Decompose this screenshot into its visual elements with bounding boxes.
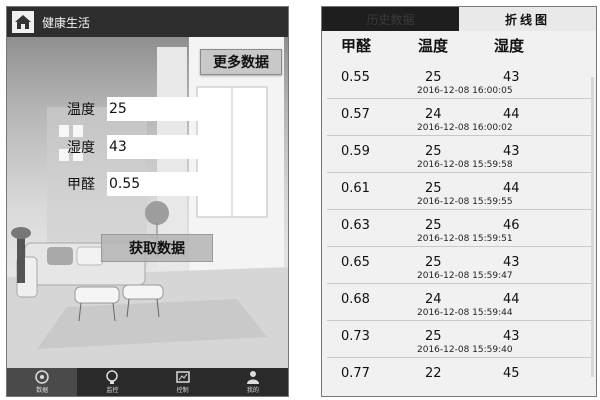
formaldehyde-field[interactable] [107,172,225,196]
formaldehyde-cell: 0.63 [341,218,370,233]
home-screen: 健康生活 更多数据 温度 25 湿度 43 甲醛 0.55 获取数据 数据 监控… [6,6,289,397]
humidity-label: 湿度 [67,140,95,156]
table-row[interactable]: 0.61 25 44 2016-12-08 15:59:55 [327,173,592,210]
bottom-nav: 数据 监控 控制 我的 [7,368,288,396]
formaldehyde-cell: 0.65 [341,255,370,270]
formaldehyde-cell: 0.59 [341,144,370,159]
nav-label-control: 控制 [176,387,189,394]
temperature-cell: 25 [425,181,442,196]
humidity-cell: 44 [503,292,520,307]
room-illustration [7,37,288,375]
history-list: 0.55 25 43 2016-12-08 16:00:05 0.57 24 4… [322,62,596,395]
temperature-label: 温度 [67,102,95,118]
table-row[interactable]: 0.55 25 43 2016-12-08 16:00:05 [327,62,592,99]
humidity-cell: 44 [503,107,520,122]
humidity-cell: 43 [503,329,520,344]
timestamp: 2016-12-08 15:59:40 [417,345,513,355]
temperature-cell: 25 [425,255,442,270]
header-humidity: 湿度 [494,37,525,55]
humidity-row: 湿度 [67,134,225,160]
fetch-data-button[interactable]: 获取数据 [101,234,213,262]
scrollbar[interactable] [591,77,594,377]
formaldehyde-cell: 0.57 [341,107,370,122]
more-data-button[interactable]: 更多数据 [200,49,282,75]
humidity-cell: 44 [503,181,520,196]
nav-item-user[interactable]: 我的 [218,368,288,396]
formaldehyde-cell: 0.73 [341,329,370,344]
table-row[interactable]: 0.63 25 46 2016-12-08 15:59:51 [327,210,592,247]
humidity-cell: 43 [503,144,520,159]
history-screen: 历史数据 折线图 甲醛 温度 湿度 0.55 25 43 2016-12-08 … [321,6,597,397]
formaldehyde-row: 甲醛 [67,171,225,197]
humidity-cell: 43 [503,255,520,270]
timestamp: 2016-12-08 15:59:51 [417,234,513,244]
temperature-cell: 25 [425,329,442,344]
formaldehyde-cell: 0.55 [341,70,370,85]
nav-item-control[interactable]: 控制 [148,368,218,396]
humidity-cell: 45 [503,366,520,381]
table-row[interactable]: 0.59 25 43 2016-12-08 15:59:58 [327,136,592,173]
monitor-icon [106,370,119,384]
timestamp: 2016-12-08 16:00:05 [417,86,513,96]
data-icon [35,370,49,384]
timestamp: 2016-12-08 15:59:44 [417,308,513,318]
temperature-field[interactable] [107,97,225,121]
table-row[interactable]: 0.65 25 43 2016-12-08 15:59:47 [327,247,592,284]
timestamp: 2016-12-08 15:59:55 [417,197,513,207]
timestamp: 2016-12-08 15:59:58 [417,160,513,170]
nav-item-monitor[interactable]: 监控 [77,368,147,396]
formaldehyde-cell: 0.61 [341,181,370,196]
table-header: 甲醛 温度 湿度 [322,35,596,57]
table-row[interactable]: 0.73 25 43 2016-12-08 15:59:40 [327,321,592,358]
user-icon [246,371,259,384]
temperature-cell: 25 [425,218,442,233]
nav-label-monitor: 监控 [106,387,119,394]
humidity-cell: 46 [503,218,520,233]
formaldehyde-cell: 0.77 [341,366,370,381]
nav-label-data: 数据 [36,387,49,394]
formaldehyde-label: 甲醛 [67,177,95,193]
header-temperature: 温度 [418,37,449,55]
tab-history[interactable]: 历史数据 [322,7,459,31]
table-row[interactable]: 0.77 22 45 [327,358,592,395]
timestamp: 2016-12-08 15:59:47 [417,271,513,281]
tab-line-chart[interactable]: 折线图 [459,7,596,31]
formaldehyde-cell: 0.68 [341,292,370,307]
temperature-row: 温度 [67,96,225,122]
tab-bar: 历史数据 折线图 [322,7,596,31]
nav-label-user: 我的 [246,387,259,394]
temperature-cell: 25 [425,144,442,159]
humidity-cell: 43 [503,70,520,85]
app-title: 健康生活 [42,15,91,30]
temperature-cell: 24 [425,292,442,307]
temperature-cell: 22 [425,366,442,381]
table-row[interactable]: 0.68 24 44 2016-12-08 15:59:44 [327,284,592,321]
timestamp: 2016-12-08 16:00:02 [417,123,513,133]
table-row[interactable]: 0.57 24 44 2016-12-08 16:00:02 [327,99,592,136]
living-room-background [7,37,288,375]
header-formaldehyde: 甲醛 [341,37,372,55]
nav-item-data[interactable]: 数据 [7,368,78,396]
home-icon [12,11,34,33]
temperature-cell: 25 [425,70,442,85]
temperature-cell: 24 [425,107,442,122]
humidity-field[interactable] [107,135,225,159]
app-titlebar: 健康生活 [7,7,288,37]
control-icon [175,371,190,383]
